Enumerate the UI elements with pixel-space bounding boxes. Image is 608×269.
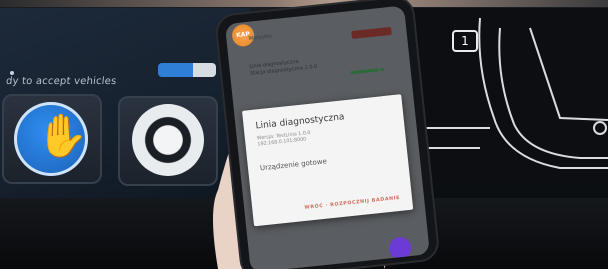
hand-glyph: ✋ bbox=[36, 111, 89, 160]
hand-stop-icon: ✋ bbox=[14, 102, 88, 176]
phone: KAP Wszystko Linia diagnostyczna Stacja … bbox=[216, 0, 439, 269]
dialog-action-button[interactable]: WRÓĆ · ROZPOCZNIJ BADANIE bbox=[304, 196, 400, 211]
line-list: Linia diagnostyczna Stacja diagnostyczna… bbox=[249, 49, 390, 78]
background-status-text: dy to accept vehicles bbox=[5, 76, 117, 87]
floating-action-button[interactable] bbox=[388, 236, 413, 261]
phone-screen: KAP Wszystko Linia diagnostyczna Stacja … bbox=[224, 5, 430, 269]
dialog-subtitle: Wersja: TestLinia 1.0.0 192.168.0.101:80… bbox=[257, 131, 312, 149]
photo-scene: dy to accept vehicles ✋ ⛭ 1 bbox=[0, 0, 608, 269]
top-image-strip bbox=[0, 0, 608, 7]
line-status-dot bbox=[380, 67, 385, 72]
line-status-bar bbox=[350, 68, 379, 75]
dialog-body: Urządzenie gotowe bbox=[259, 157, 328, 173]
connection-dialog: Linia diagnostyczna Wersja: TestLinia 1.… bbox=[241, 94, 414, 227]
status-dot bbox=[10, 71, 14, 75]
stop-tile: ✋ bbox=[2, 94, 102, 184]
badge-number: 1 bbox=[452, 30, 478, 52]
dialog-title: Linia diagnostyczna bbox=[255, 112, 345, 132]
